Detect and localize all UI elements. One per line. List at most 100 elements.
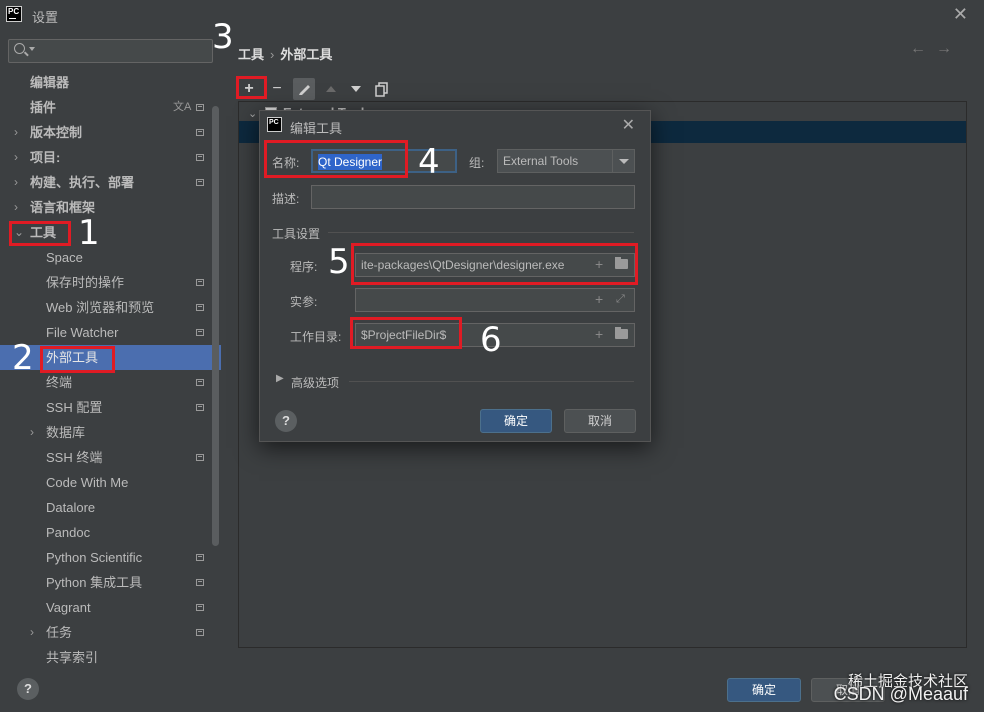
sidebar-item[interactable]: 编辑器: [0, 70, 221, 95]
sidebar-item[interactable]: Space: [0, 245, 221, 270]
sidebar-item-label: 构建、执行、部署: [30, 175, 135, 190]
move-up-button[interactable]: [320, 78, 342, 100]
sidebar-item[interactable]: › 任务: [0, 620, 221, 645]
description-field[interactable]: [311, 185, 635, 209]
edit-tool-button[interactable]: [293, 78, 315, 100]
window-close-icon[interactable]: ✕: [953, 4, 968, 25]
sidebar-item[interactable]: Python 集成工具: [0, 570, 221, 595]
pycharm-logo-icon: PC: [6, 6, 22, 22]
annotation-box-name: [264, 140, 408, 178]
copy-icon: [375, 82, 388, 97]
sidebar-item-label: Python Scientific: [46, 550, 143, 565]
breadcrumb-tools[interactable]: 工具: [238, 47, 264, 62]
settings-search-input[interactable]: [8, 39, 213, 63]
search-icon: [14, 43, 25, 54]
chevron-right-icon[interactable]: ›: [14, 195, 18, 220]
annotation-box-program: [351, 243, 638, 285]
dialog-cancel-button[interactable]: 取消: [564, 409, 636, 433]
group-label: 组:: [469, 156, 485, 170]
project-scope-icon: [196, 379, 204, 386]
sidebar-item[interactable]: › 项目:: [0, 145, 221, 170]
back-arrow-icon[interactable]: ←: [910, 40, 936, 57]
breadcrumb: 工具 › 外部工具: [238, 44, 332, 63]
title-bar: PC 设置 ✕: [0, 0, 984, 30]
program-label: 程序:: [290, 260, 318, 274]
annotation-box-external-tools: [40, 346, 115, 373]
chevron-right-icon[interactable]: ›: [14, 145, 18, 170]
sidebar-item[interactable]: 保存时的操作: [0, 270, 221, 295]
sidebar-item-label: File Watcher: [46, 325, 119, 340]
sidebar-item-label: Code With Me: [46, 475, 129, 490]
sidebar-item-label: 编辑器: [30, 75, 70, 90]
breadcrumb-external-tools: 外部工具: [280, 47, 333, 62]
watermark-csdn: CSDN @Meaauf: [833, 684, 968, 704]
sidebar-scrollbar[interactable]: [212, 106, 219, 546]
project-scope-icon: [196, 304, 204, 311]
section-divider: [349, 381, 634, 382]
sidebar-item[interactable]: SSH 终端: [0, 445, 221, 470]
group-combo[interactable]: External Tools: [497, 149, 635, 173]
chevron-down-icon: [29, 47, 35, 51]
sidebar-item-label: 插件: [30, 100, 57, 115]
copy-tool-button[interactable]: [371, 78, 393, 100]
section-divider: [328, 232, 634, 233]
project-scope-icon: [196, 279, 204, 286]
chevron-down-icon[interactable]: ⌄: [248, 107, 257, 120]
pycharm-logo-icon: PC: [267, 117, 282, 132]
remove-tool-button[interactable]: −: [266, 78, 288, 100]
annotation-number-2: 2: [12, 338, 34, 378]
sidebar-item[interactable]: › 语言和框架: [0, 195, 221, 220]
project-scope-icon: [196, 154, 204, 161]
sidebar-item-label: Web 浏览器和预览: [46, 300, 155, 315]
sidebar-item[interactable]: Datalore: [0, 495, 221, 520]
insert-macro-icon[interactable]: +: [595, 291, 603, 307]
sidebar-item[interactable]: Web 浏览器和预览: [0, 295, 221, 320]
close-icon[interactable]: ✕: [622, 115, 635, 135]
project-scope-icon: [196, 179, 204, 186]
sidebar-item[interactable]: › 构建、执行、部署: [0, 170, 221, 195]
move-down-button[interactable]: [345, 78, 367, 100]
arguments-field[interactable]: [355, 288, 635, 312]
ok-button[interactable]: 确定: [727, 678, 801, 702]
annotation-number-6: 6: [480, 320, 502, 360]
annotation-number-3: 3: [212, 17, 234, 57]
window-title: 设置: [32, 10, 59, 25]
pencil-icon: [299, 85, 310, 95]
sidebar-item[interactable]: Code With Me: [0, 470, 221, 495]
insert-macro-icon[interactable]: +: [595, 326, 603, 342]
triangle-up-icon: [326, 86, 336, 92]
forward-arrow-icon[interactable]: →: [936, 40, 962, 57]
sidebar-item-label: 版本控制: [30, 125, 83, 140]
chevron-down-icon[interactable]: [612, 150, 634, 172]
sidebar-item[interactable]: › 版本控制: [0, 120, 221, 145]
annotation-box-working-dir: [350, 317, 462, 349]
triangle-down-icon: [351, 86, 361, 92]
nav-arrows: ←→: [910, 40, 962, 58]
sidebar-item[interactable]: SSH 配置: [0, 395, 221, 420]
sidebar-item[interactable]: 插件 文A: [0, 95, 221, 120]
advanced-options-toggle[interactable]: 高级选项: [291, 374, 339, 391]
translate-icon: 文A: [173, 101, 192, 113]
sidebar-item-label: 保存时的操作: [46, 275, 125, 290]
sidebar-item-label: Pandoc: [46, 525, 91, 540]
folder-icon[interactable]: [615, 327, 628, 339]
expand-icon[interactable]: ⤢: [616, 293, 625, 306]
sidebar-item-label: 任务: [46, 625, 73, 640]
sidebar-item[interactable]: Vagrant: [0, 595, 221, 620]
annotation-box-tools: [9, 221, 71, 246]
chevron-right-icon[interactable]: ›: [30, 420, 34, 445]
dialog-help-button[interactable]: ?: [275, 410, 297, 432]
chevron-right-icon[interactable]: ›: [30, 620, 34, 645]
chevron-right-icon[interactable]: ›: [14, 170, 18, 195]
tool-settings-label: 工具设置: [272, 227, 321, 241]
help-button[interactable]: ?: [17, 678, 39, 700]
sidebar-item[interactable]: › 数据库: [0, 420, 221, 445]
annotation-box-add: [236, 76, 267, 99]
sidebar-item[interactable]: Pandoc: [0, 520, 221, 545]
chevron-right-icon[interactable]: ▶: [276, 373, 284, 384]
annotation-number-4: 4: [418, 142, 440, 182]
working-dir-label: 工作目录:: [290, 330, 342, 344]
chevron-right-icon[interactable]: ›: [14, 120, 18, 145]
dialog-ok-button[interactable]: 确定: [480, 409, 552, 433]
sidebar-item[interactable]: Python Scientific: [0, 545, 221, 570]
